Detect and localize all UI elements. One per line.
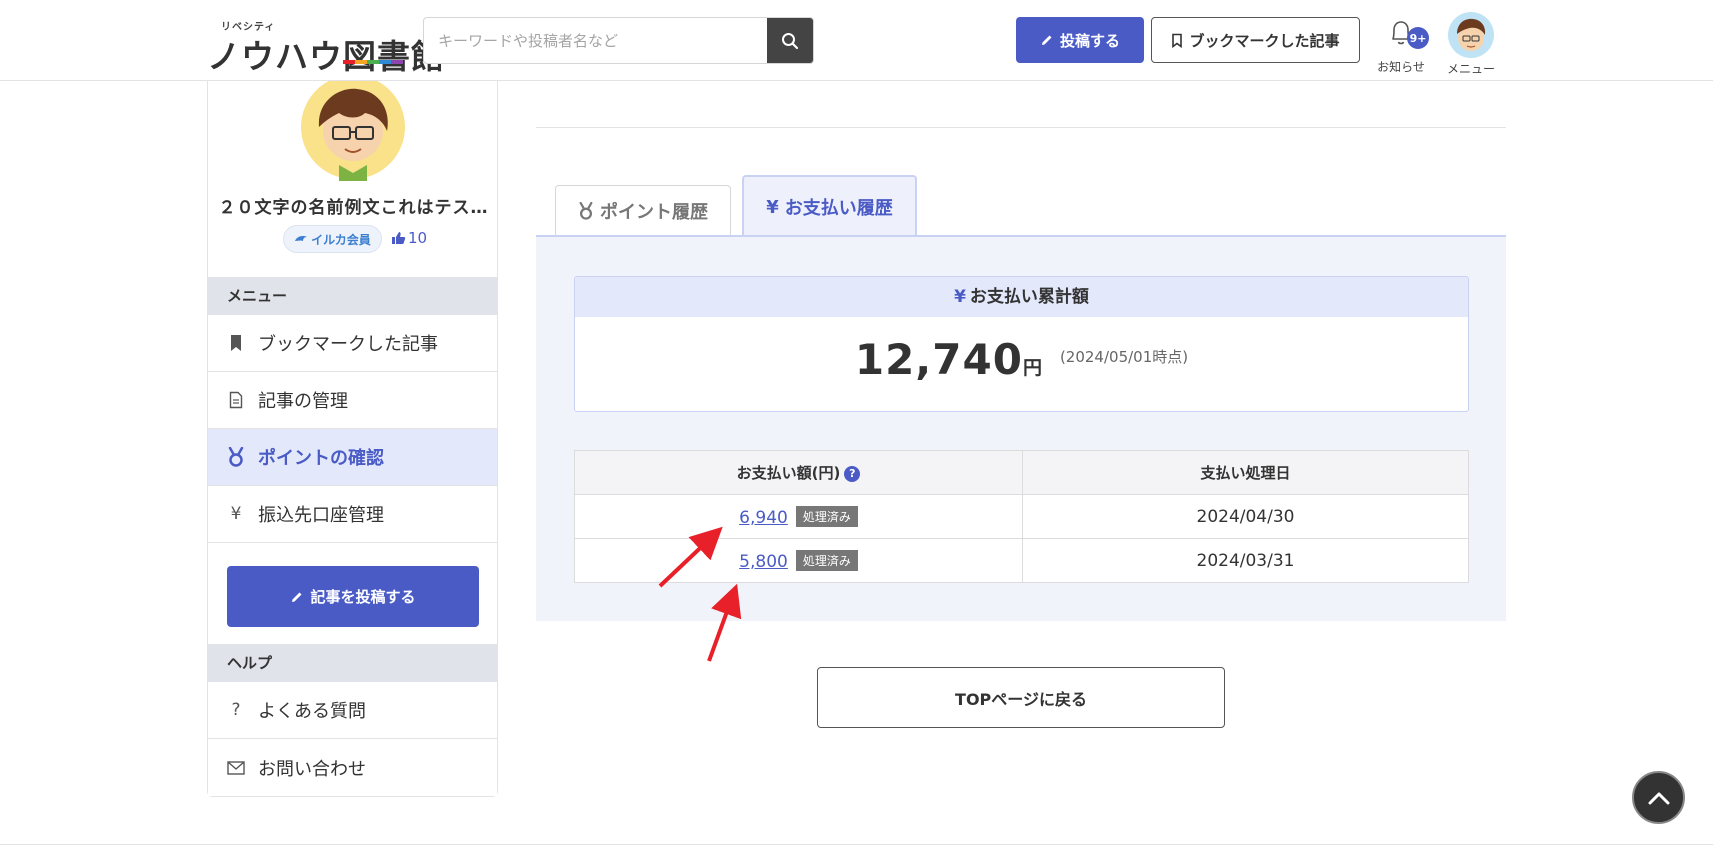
bookmarked-articles-button[interactable]: ブックマークした記事 [1151, 17, 1360, 63]
search-box [423, 17, 814, 64]
logo-color-bars [343, 60, 403, 64]
column-header-label: お支払い額(円) [736, 464, 841, 482]
dolphin-icon [295, 236, 308, 241]
sidebar-item-label: よくある質問 [258, 701, 366, 722]
table-header-row: お支払い額(円)? 支払い処理日 [574, 450, 1469, 495]
yen-icon: ¥ [766, 196, 779, 218]
sidebar-item-label: 振込先口座管理 [258, 505, 384, 526]
date-cell: 2024/03/31 [1022, 538, 1469, 583]
member-rank-label: イルカ会員 [311, 232, 371, 247]
sidebar-item-contact[interactable]: お問い合わせ [208, 739, 497, 796]
medal-icon [579, 202, 593, 220]
site-logo[interactable]: リベシティ ノウハウ図書館 [207, 18, 444, 76]
profile-avatar [299, 75, 407, 181]
amount-cell: 5,800 処理済み [574, 538, 1023, 583]
payment-total-amount: 12,740円 (2024/05/01時点) [575, 335, 1468, 384]
table-row: 6,940 処理済み 2024/04/30 [574, 494, 1469, 539]
yen-icon: ¥ [954, 287, 966, 307]
sidebar-item-article-management[interactable]: 記事の管理 [208, 372, 497, 429]
payment-amount-link[interactable]: 5,800 [739, 552, 788, 572]
payment-total-card: ¥ お支払い累計額 12,740円 (2024/05/01時点) [574, 276, 1469, 412]
payment-total-title: お支払い累計額 [969, 287, 1089, 307]
payment-table: お支払い額(円)? 支払い処理日 6,940 処理済み 2024/04/30 5,… [574, 450, 1469, 583]
pencil-icon [292, 592, 302, 602]
tab-label: お支払い履歴 [784, 198, 893, 219]
search-button[interactable] [767, 18, 813, 63]
logo-title: ノウハウ図書館 [207, 37, 445, 76]
post-button[interactable]: 投稿する [1016, 17, 1144, 63]
chevron-up-icon [1648, 792, 1669, 804]
user-menu-button[interactable]: メニュー [1440, 12, 1500, 78]
sidebar-item-label: 記事の管理 [258, 391, 348, 412]
sidebar-item-bank-account[interactable]: ¥ 振込先口座管理 [208, 486, 497, 543]
thumbs-up-icon [392, 232, 406, 244]
likes-value: 10 [408, 229, 428, 247]
member-rank-badge: イルカ会員 [283, 225, 382, 253]
scroll-to-top-button[interactable] [1632, 771, 1685, 824]
sidebar-item-faq[interactable]: ? よくある質問 [208, 682, 497, 739]
post-button-label: 投稿する [1059, 31, 1120, 50]
help-section-heading: ヘルプ [208, 644, 497, 682]
total-amount-value: 12,740 [854, 335, 1023, 384]
medal-icon [226, 447, 246, 467]
post-article-button[interactable]: 記事を投稿する [227, 566, 479, 627]
amount-cell: 6,940 処理済み [574, 494, 1023, 539]
tab-point-history[interactable]: ポイント履歴 [555, 185, 731, 236]
likes-count: 10 [391, 229, 427, 247]
mail-icon [226, 760, 246, 775]
sidebar-item-bookmarks[interactable]: ブックマークした記事 [208, 315, 497, 372]
status-badge: 処理済み [795, 549, 858, 571]
post-article-label: 記事を投稿する [310, 588, 416, 606]
tab-payment-history[interactable]: ¥ お支払い履歴 [742, 175, 917, 237]
section-divider [536, 127, 1506, 128]
sidebar-item-points[interactable]: ポイントの確認 [208, 429, 497, 486]
question-icon: ? [231, 700, 241, 720]
sidebar-item-label: ポイントの確認 [258, 448, 384, 469]
bookmark-icon [226, 334, 246, 352]
date-cell: 2024/04/30 [1022, 494, 1469, 539]
table-row: 5,800 処理済み 2024/03/31 [574, 538, 1469, 583]
sidebar: ２０文字の名前例文これはテス… イルカ会員 10 メニュー ブックマークした記事… [207, 75, 498, 797]
sidebar-item-label: お問い合わせ [258, 758, 366, 780]
menu-label: メニュー [1446, 62, 1495, 76]
back-to-top-page-button[interactable]: TOPページに戻る [817, 667, 1225, 728]
search-icon [782, 32, 799, 49]
footer-divider [0, 844, 1713, 845]
bookmarked-articles-label: ブックマークした記事 [1189, 31, 1340, 50]
notification-button[interactable]: 9+ お知らせ [1369, 16, 1433, 76]
column-header-amount: お支払い額(円)? [574, 450, 1023, 495]
payment-total-heading: ¥ お支払い累計額 [575, 277, 1468, 317]
user-avatar [1448, 12, 1494, 58]
menu-section-heading: メニュー [208, 277, 497, 315]
help-icon[interactable]: ? [844, 466, 861, 482]
sidebar-item-label: ブックマークした記事 [258, 334, 438, 355]
site-header: リベシティ ノウハウ図書館 投稿する ブックマークした記事 9+ お知らせ メニ… [0, 0, 1713, 81]
notification-count-badge: 9+ [1407, 27, 1429, 49]
pencil-icon [1041, 35, 1052, 45]
yen-icon: ¥ [230, 504, 242, 524]
total-as-of-date: (2024/05/01時点) [1059, 348, 1189, 366]
column-header-date: 支払い処理日 [1022, 450, 1469, 495]
notification-label: お知らせ [1377, 60, 1425, 74]
total-amount-unit: 円 [1022, 357, 1042, 379]
tab-label: ポイント履歴 [600, 202, 708, 223]
bookmark-icon [1172, 33, 1183, 48]
user-name: ２０文字の名前例文これはテス… [218, 198, 489, 218]
payment-amount-link[interactable]: 6,940 [739, 508, 788, 528]
document-icon [226, 391, 246, 409]
status-badge: 処理済み [795, 505, 858, 527]
search-input[interactable] [424, 18, 768, 63]
